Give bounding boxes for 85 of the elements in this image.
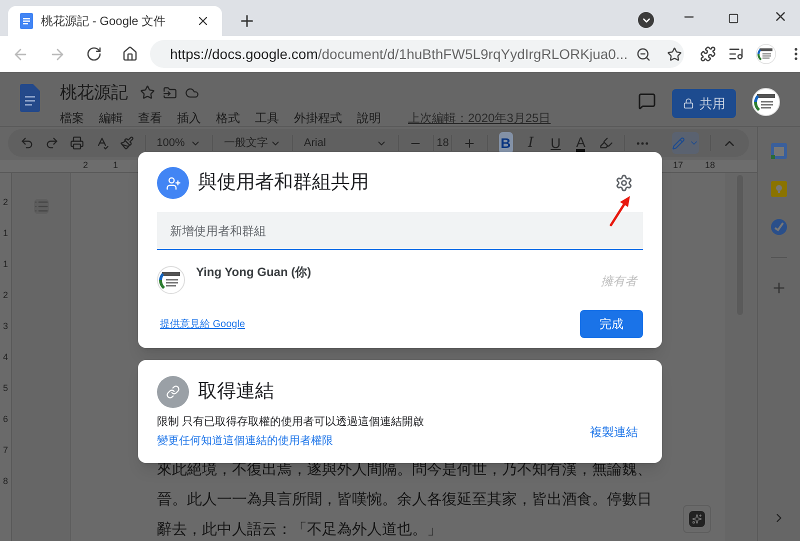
- menu-item[interactable]: 編輯: [99, 108, 123, 126]
- menu-item[interactable]: 外掛程式: [294, 108, 342, 126]
- share-button[interactable]: 共用: [672, 89, 736, 118]
- add-people-field[interactable]: 新增使用者和群組: [157, 212, 643, 250]
- menu-item[interactable]: 查看: [138, 108, 162, 126]
- ruler-number: 8: [2, 475, 8, 488]
- link-icon: [157, 376, 189, 408]
- avatar-icon[interactable]: [756, 44, 776, 64]
- ruler-number: 6: [2, 413, 8, 426]
- ruler-number: 1: [2, 227, 8, 240]
- feedback-link[interactable]: 提供意見給 Google: [160, 316, 246, 332]
- add-person-icon: [157, 167, 189, 199]
- document-title[interactable]: 桃花源記: [60, 80, 128, 106]
- outline-icon[interactable]: [34, 199, 48, 214]
- sparkle-icon: [692, 514, 702, 524]
- ruler-number: 2: [2, 289, 8, 302]
- dialog-title: 取得連結: [198, 380, 274, 404]
- menu-item[interactable]: 說明: [357, 108, 381, 126]
- increase-size-icon[interactable]: [463, 136, 476, 150]
- extensions-icon[interactable]: [700, 46, 716, 62]
- browser-tab[interactable]: 桃花源記 - Google 文件: [8, 6, 222, 36]
- avatar-icon[interactable]: [752, 88, 780, 116]
- last-edit-link[interactable]: 上次編輯：2020年3月25日: [408, 108, 551, 126]
- zoom-out-icon[interactable]: [636, 46, 651, 62]
- undo-icon[interactable]: [20, 136, 34, 150]
- paragraph-line: 辭去，此中人語云：「不足為外人道也。」: [157, 520, 442, 540]
- reload-icon[interactable]: [86, 46, 102, 62]
- dialog-title: 與使用者和群組共用: [198, 170, 370, 195]
- redo-icon[interactable]: [45, 136, 59, 150]
- ruler-number: 2: [83, 159, 88, 172]
- done-button[interactable]: 完成: [580, 310, 643, 338]
- home-icon[interactable]: [122, 46, 138, 62]
- change-permission-link[interactable]: 變更任何知道這個連結的使用者權限: [157, 432, 590, 449]
- ruler-number: 3: [2, 320, 8, 333]
- tab-title: 桃花源記 - Google 文件: [41, 13, 167, 30]
- comment-icon[interactable]: [638, 92, 656, 110]
- close-icon[interactable]: [773, 9, 788, 24]
- media-icon[interactable]: [728, 46, 744, 62]
- pencil-icon: [672, 136, 686, 150]
- settings-icon[interactable]: [615, 174, 633, 192]
- folder-icon[interactable]: [163, 86, 177, 100]
- print-icon[interactable]: [70, 136, 84, 150]
- add-icon[interactable]: [771, 280, 787, 296]
- ruler-number: 17: [672, 159, 683, 172]
- person-name: Ying Yong Guan (你): [196, 264, 312, 281]
- copy-link[interactable]: 複製連結: [590, 422, 638, 440]
- font-dropdown[interactable]: Arial: [304, 134, 387, 152]
- star-icon[interactable]: [666, 46, 682, 62]
- spellcheck-icon[interactable]: [95, 136, 109, 150]
- star-icon[interactable]: [140, 85, 155, 100]
- avatar-icon[interactable]: [157, 266, 185, 294]
- ruler-number: 1: [113, 159, 118, 172]
- highlighter-icon[interactable]: [598, 136, 613, 150]
- menu-item[interactable]: 工具: [255, 108, 279, 126]
- font-size-field[interactable]: 18: [433, 134, 452, 152]
- style-dropdown[interactable]: 一般文字: [224, 134, 282, 152]
- maximize-icon[interactable]: [728, 13, 739, 24]
- restriction-text: 限制 只有已取得存取權的使用者可以透過這個連結開啟: [157, 414, 426, 430]
- ruler-number: 4: [2, 351, 8, 364]
- format-button[interactable]: I: [524, 132, 538, 154]
- lock-icon: [682, 98, 694, 109]
- url-text: https://docs.google.com/document/d/1huBthFW5L9rqYydIrgRLORKjua0...: [170, 44, 628, 64]
- ruler-number: 7: [2, 444, 8, 457]
- menu-item[interactable]: 格式: [216, 108, 240, 126]
- ruler-number: 1: [2, 258, 8, 271]
- ruler-number: 18: [704, 159, 715, 172]
- format-button[interactable]: U: [548, 132, 563, 154]
- menu-item[interactable]: 檔案: [60, 108, 84, 126]
- paint-format-icon[interactable]: [120, 136, 134, 150]
- role-label: 擁有者: [601, 273, 637, 290]
- address-bar[interactable]: https://docs.google.com/document/d/1huBthFW5L9rqYydIrgRLORKjua0...: [150, 40, 684, 68]
- document-icon: [20, 13, 33, 29]
- ruler-number: 5: [2, 382, 8, 395]
- tasks-icon[interactable]: [771, 219, 787, 235]
- cloud-icon[interactable]: [185, 86, 199, 100]
- dropdown-icon[interactable]: [638, 12, 654, 28]
- new-tab-icon[interactable]: [238, 12, 256, 30]
- menu-item[interactable]: 插入: [177, 108, 201, 126]
- explore-button[interactable]: [683, 505, 711, 533]
- docs-logo-icon: [20, 84, 40, 112]
- paragraph-line: 晉。此人一一為具言所聞，皆嘆惋。余人各復延至其家，皆出酒食。停數日: [157, 490, 652, 510]
- format-button[interactable]: B: [498, 132, 513, 154]
- ruler-number: 2: [2, 196, 8, 209]
- close-icon[interactable]: [196, 14, 210, 28]
- zoom-dropdown[interactable]: 100%: [156, 134, 202, 152]
